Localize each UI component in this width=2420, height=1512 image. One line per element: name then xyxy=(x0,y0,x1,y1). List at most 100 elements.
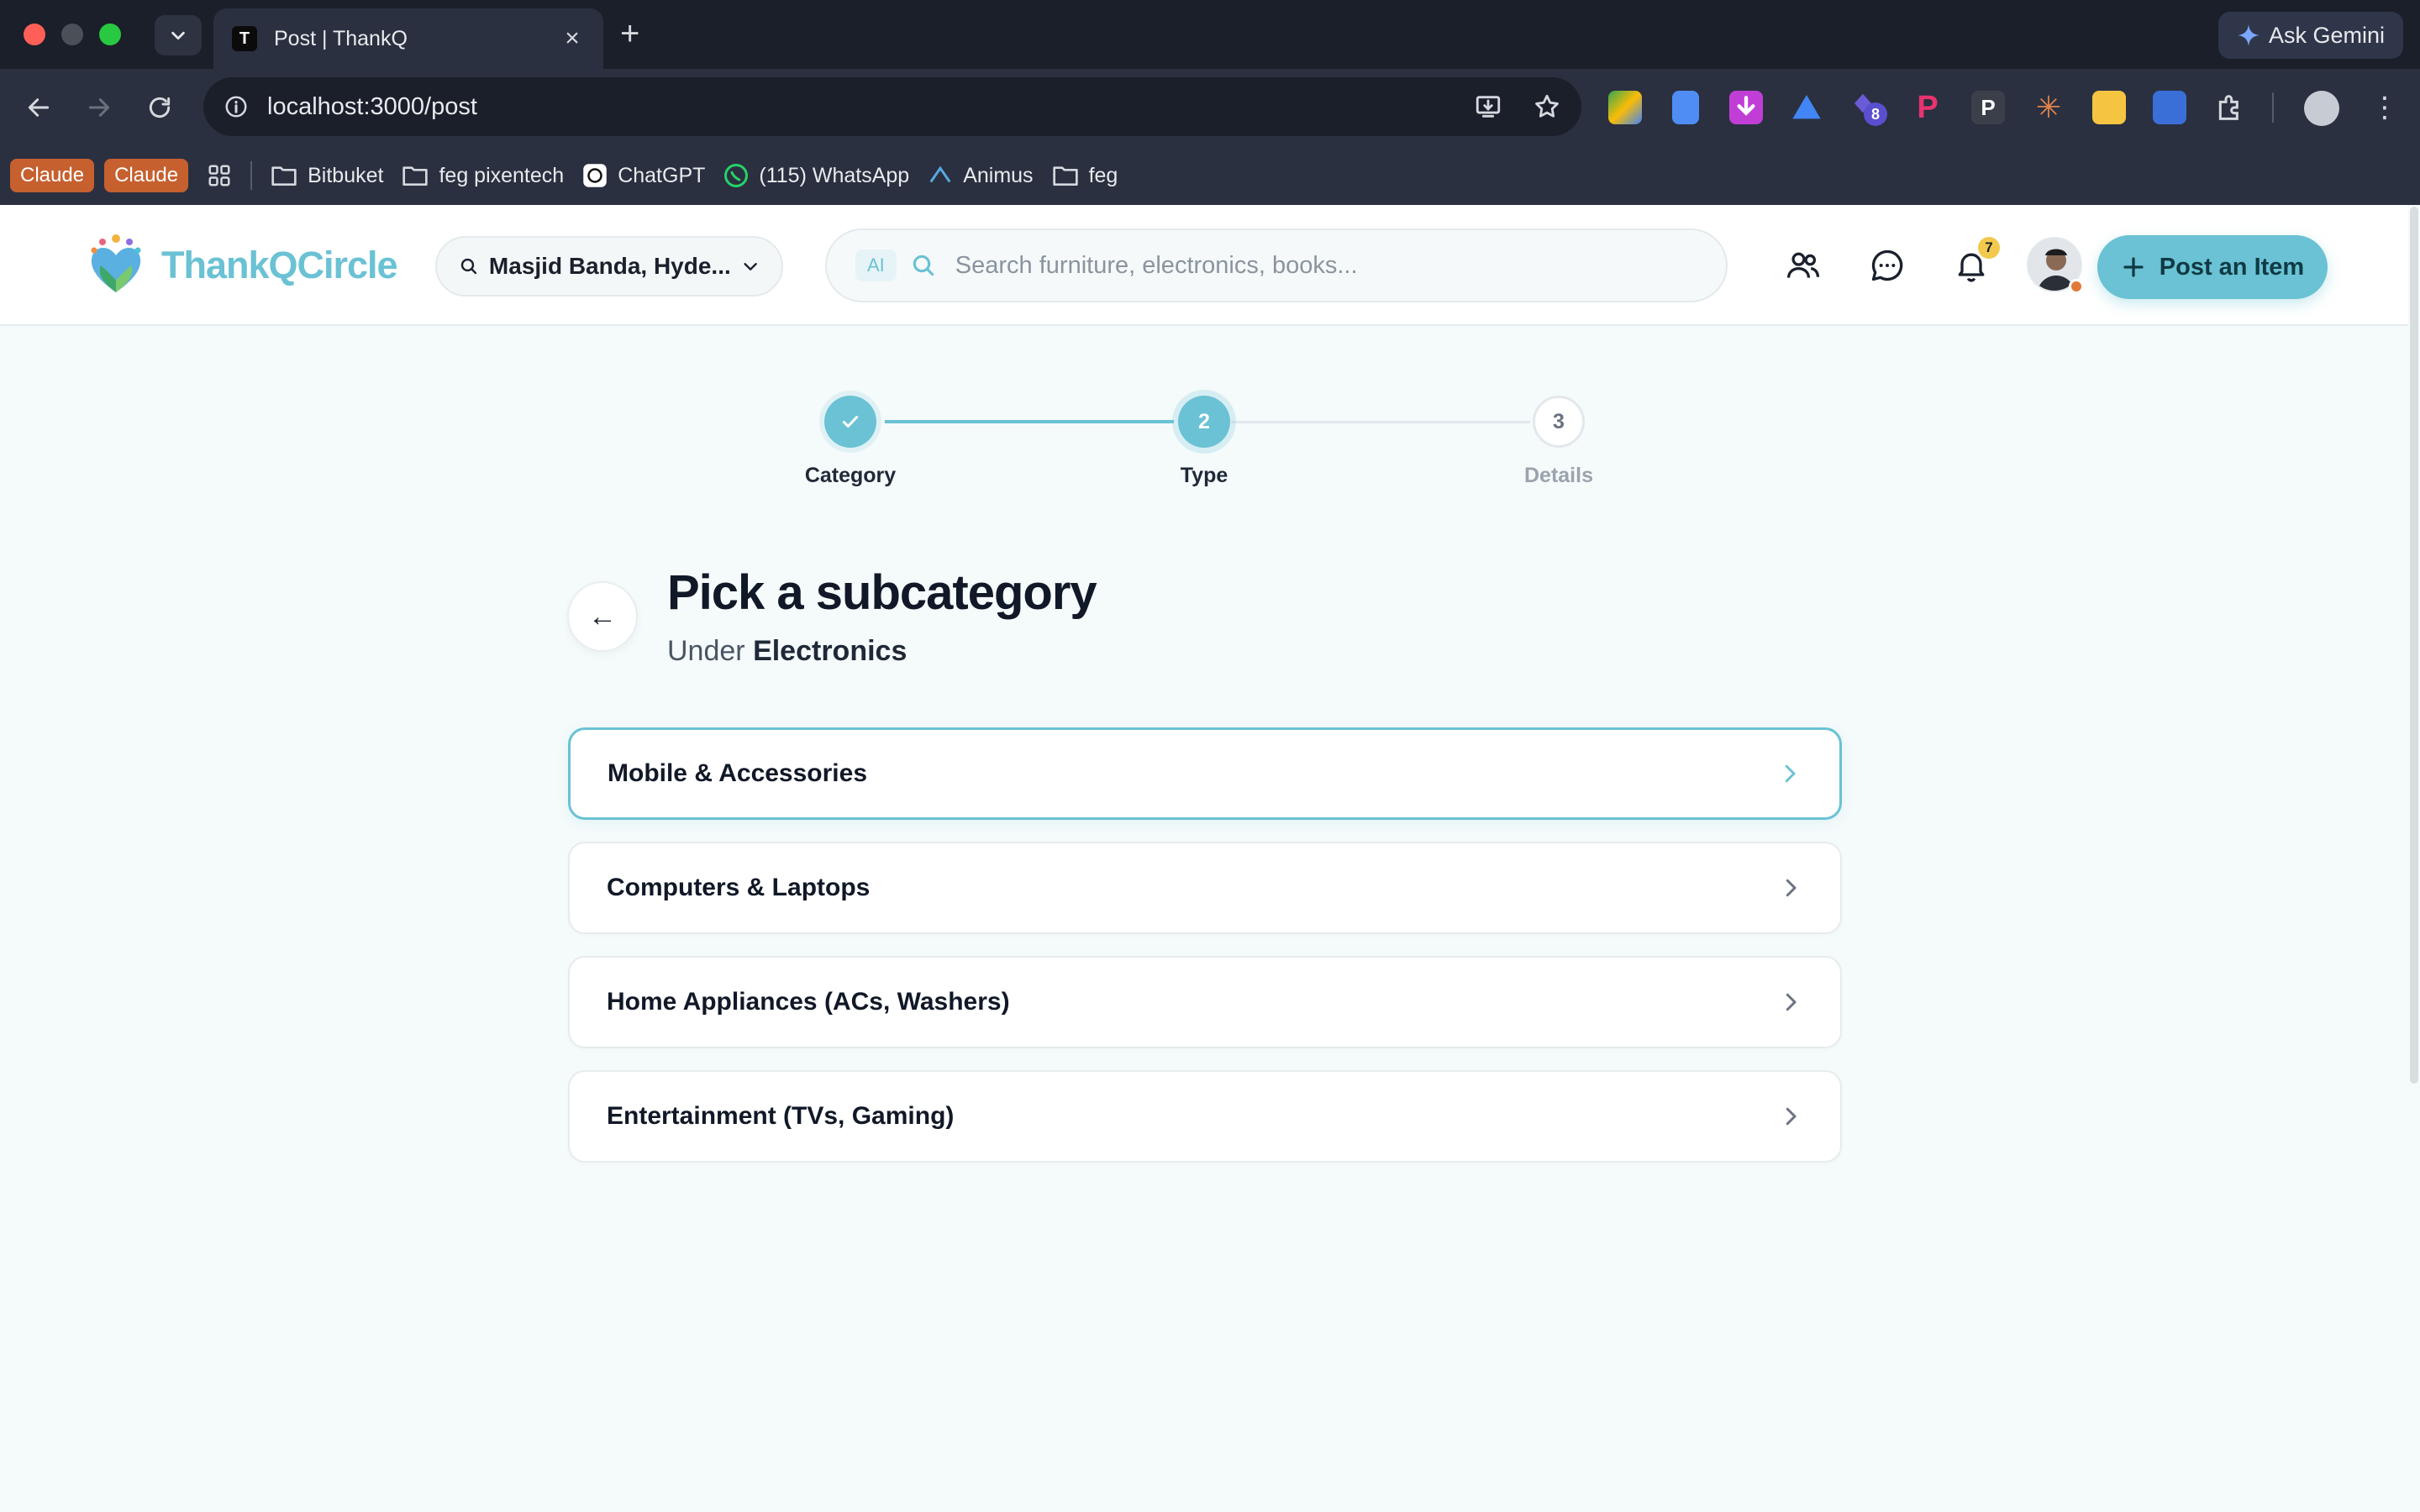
arrow-left-icon xyxy=(28,98,50,117)
browser-menu-icon[interactable]: ⋮ xyxy=(2368,91,2402,124)
bookmark-star-icon[interactable] xyxy=(1533,92,1561,121)
plus-icon xyxy=(2123,257,2144,277)
folder-icon xyxy=(271,166,297,186)
ask-gemini-button[interactable]: Ask Gemini xyxy=(2217,12,2403,59)
extensions-puzzle-icon[interactable] xyxy=(2213,91,2247,124)
subcategory-option[interactable]: Home Appliances (ACs, Washers) xyxy=(568,956,1842,1048)
url-text: localhost:3000/post xyxy=(267,92,477,120)
page-subtitle: Under Electronics xyxy=(667,635,907,668)
extension-calendar-icon[interactable] xyxy=(2153,91,2186,124)
bookmark-pixentech-label: feg pixentech xyxy=(439,163,565,187)
search-input[interactable]: AI Search furniture, electronics, books.… xyxy=(825,228,1728,302)
chatgpt-icon xyxy=(583,164,607,187)
close-tab-icon[interactable]: × xyxy=(560,24,585,53)
bookmark-claude-2[interactable]: Claude xyxy=(104,159,189,192)
parent-category: Electronics xyxy=(753,635,908,667)
apps-grid-icon xyxy=(208,165,230,186)
minimize-window-button[interactable] xyxy=(61,24,83,45)
app-header: ThankQCircle Masjid Banda, Hyde... AI Se… xyxy=(0,205,2408,326)
browser-tab-active[interactable]: T Post | ThankQ × xyxy=(213,8,603,69)
post-item-button[interactable]: Post an Item xyxy=(2097,235,2328,299)
extension-notes-icon[interactable] xyxy=(2092,91,2126,124)
folder-icon xyxy=(1052,166,1078,186)
extension-p-gray-icon[interactable]: P xyxy=(1971,91,2005,124)
forward-nav-button[interactable] xyxy=(79,87,119,128)
search-icon xyxy=(460,258,477,275)
subtitle-prefix: Under xyxy=(667,635,745,667)
ask-gemini-label: Ask Gemini xyxy=(2268,22,2385,48)
heart-hands-logo-icon xyxy=(91,234,141,292)
search-placeholder: Search furniture, electronics, books... xyxy=(955,251,1358,279)
bookmark-chatgpt[interactable]: ChatGPT xyxy=(582,163,705,188)
close-window-button[interactable] xyxy=(24,24,45,45)
bookmark-claude-1[interactable]: Claude xyxy=(10,159,95,192)
step-connector-1 xyxy=(885,420,1174,423)
app-logo[interactable]: ThankQCircle xyxy=(86,234,398,297)
location-selector[interactable]: Masjid Banda, Hyde... xyxy=(435,236,783,297)
folder-icon xyxy=(402,166,429,186)
bookmark-pixentech[interactable]: feg pixentech xyxy=(402,164,564,188)
new-tab-button[interactable]: + xyxy=(620,17,639,50)
users-icon xyxy=(1786,252,1820,278)
reload-button[interactable] xyxy=(139,87,180,128)
chevron-right-icon xyxy=(1786,1107,1797,1126)
gemini-sparkle-icon xyxy=(2238,24,2260,46)
extension-drive-icon[interactable] xyxy=(1790,91,1823,124)
browser-chrome: T Post | ThankQ × + Ask Gemini localhost… xyxy=(0,0,2420,205)
bookmark-whatsapp[interactable]: (115) WhatsApp xyxy=(723,163,909,188)
notification-count-badge: 7 xyxy=(1978,237,2000,259)
page-title: Pick a subcategory xyxy=(667,565,1097,620)
extension-docs-icon[interactable] xyxy=(1672,91,1699,124)
step-type-label: Type xyxy=(1180,464,1228,487)
tab-strip: T Post | ThankQ × + Ask Gemini xyxy=(0,0,2420,69)
puzzle-icon xyxy=(2218,95,2238,120)
extension-claude-icon[interactable]: ✳ xyxy=(2032,91,2065,124)
location-text: Masjid Banda, Hyde... xyxy=(488,253,731,279)
ai-search-badge[interactable]: AI xyxy=(855,249,897,281)
back-nav-button[interactable] xyxy=(18,87,59,128)
maximize-window-button[interactable] xyxy=(99,24,121,45)
back-button[interactable]: ← xyxy=(567,581,638,652)
subcategory-option[interactable]: Computers & Laptops xyxy=(568,842,1842,934)
chevron-down-icon xyxy=(171,31,185,40)
extension-badge-icon[interactable]: 8 xyxy=(1850,91,1887,126)
messages-button[interactable] xyxy=(1867,245,1907,286)
step-details-circle: 3 xyxy=(1533,396,1585,448)
bookmark-chatgpt-label: ChatGPT xyxy=(618,163,706,187)
chevron-right-icon xyxy=(1785,764,1796,783)
community-button[interactable] xyxy=(1783,245,1823,286)
browser-toolbar: localhost:3000/post 8 P P ✳ ⋮ xyxy=(0,69,2420,146)
step-type-circle: 2 xyxy=(1178,396,1230,448)
logo-text: ThankQCircle xyxy=(161,244,398,286)
subcategory-option[interactable]: Entertainment (TVs, Gaming) xyxy=(568,1070,1842,1163)
step-category-label: Category xyxy=(804,464,897,487)
chevron-down-icon xyxy=(744,263,757,270)
bookmarks-bar: Claude Claude Bitbuket feg pixentech Cha… xyxy=(0,146,2420,205)
address-bar[interactable]: localhost:3000/post xyxy=(203,77,1581,136)
extension-download-icon[interactable] xyxy=(1729,91,1763,124)
subcategory-option[interactable]: Mobile & Accessories xyxy=(568,727,1842,820)
bookmark-animus[interactable]: Animus xyxy=(928,163,1034,188)
reload-icon xyxy=(149,97,171,118)
subcategory-label: Home Appliances (ACs, Washers) xyxy=(607,988,1010,1016)
page-scrollbar[interactable] xyxy=(2410,207,2418,1084)
install-app-icon[interactable] xyxy=(1474,92,1502,121)
triangle-icon xyxy=(1792,95,1821,119)
download-arrow-icon xyxy=(1737,96,1755,116)
tab-search-button[interactable] xyxy=(155,15,202,55)
apps-grid-button[interactable] xyxy=(207,163,232,188)
bookmarks-divider xyxy=(250,161,253,190)
site-info-icon[interactable] xyxy=(224,94,249,119)
extension-maps-icon[interactable] xyxy=(1608,91,1642,124)
chat-bubble-icon xyxy=(1871,249,1903,281)
extension-p-red-icon[interactable]: P xyxy=(1911,91,1944,124)
bookmark-feg[interactable]: feg xyxy=(1052,164,1118,188)
subcategory-label: Mobile & Accessories xyxy=(608,759,868,787)
bookmark-bitbucket[interactable]: Bitbuket xyxy=(271,164,383,188)
subcategory-label: Entertainment (TVs, Gaming) xyxy=(607,1102,955,1130)
profile-avatar-icon[interactable] xyxy=(2304,91,2339,126)
chevron-right-icon xyxy=(1786,993,1797,1011)
user-status-dot xyxy=(2069,279,2084,294)
step-connector-2 xyxy=(1231,421,1530,423)
tab-favicon: T xyxy=(232,26,257,51)
